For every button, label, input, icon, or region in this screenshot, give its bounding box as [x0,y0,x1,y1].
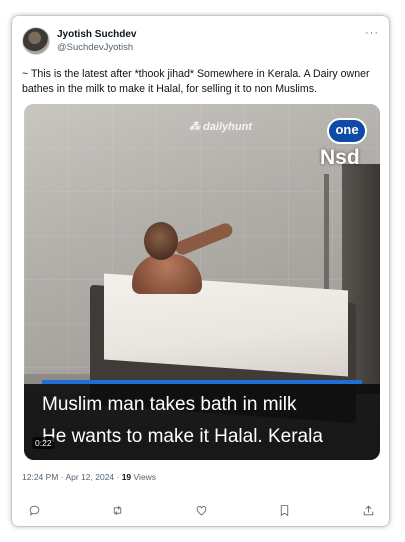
avatar[interactable] [22,27,50,55]
video-player[interactable]: ⁂ dailyhunt one Nsd Muslim man takes bat… [24,104,380,460]
caption-line-1: Muslim man takes bath in milk [42,394,297,415]
person-head-shape [144,222,178,260]
more-options-icon[interactable]: ··· [365,27,379,39]
tweet-text: ~ This is the latest after *thook jihad*… [22,68,370,95]
like-button[interactable] [193,502,209,518]
like-icon [196,505,206,515]
bookmark-icon [280,504,289,516]
reply-button[interactable] [26,502,42,518]
watermark-icon: ⁂ [189,121,200,133]
retweet-icon [113,505,122,515]
reply-icon [29,505,39,516]
author-handle[interactable]: @SuchdevJyotish [57,42,133,53]
views-count: 19 [121,472,132,482]
dailyhunt-watermark: ⁂ dailyhunt [189,120,252,133]
views-label: Views [131,472,157,482]
timestamp[interactable]: 12:24 PM · Apr 12, 2024 · [22,472,122,482]
tweet-header: Jyotish Suchdev @SuchdevJyotish ··· [22,27,379,57]
caption-line-2: He wants to make it Halal. Kerala [42,426,323,447]
retweet-button[interactable] [110,502,126,518]
bookmark-button[interactable] [277,502,293,518]
watermark-text: dailyhunt [203,121,252,133]
share-icon [363,505,373,515]
channel-logo: one [327,118,367,144]
author-name[interactable]: Jyotish Suchdev [57,29,136,40]
video-duration: 0:22 [32,437,55,449]
channel-name: Nsd [320,146,360,169]
tweet-card: Jyotish Suchdev @SuchdevJyotish ··· ~ Th… [12,16,389,526]
share-button[interactable] [360,502,376,518]
action-bar [26,502,376,518]
tweet-meta: 12:24 PM · Apr 12, 2024 · 19 Views [22,472,156,482]
